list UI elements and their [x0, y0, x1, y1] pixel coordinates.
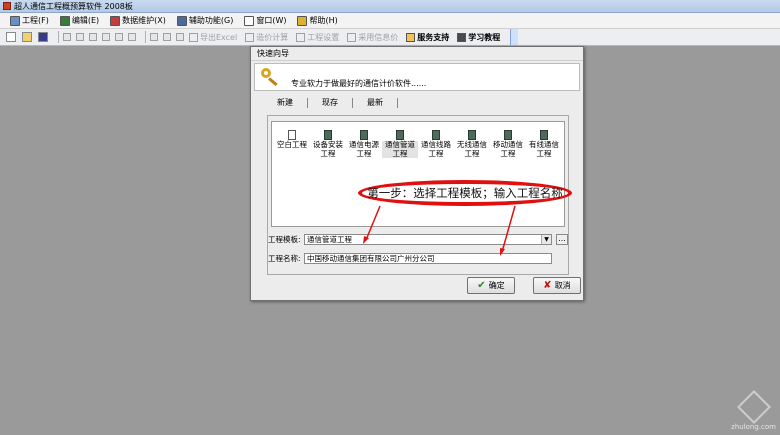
name-field-label: 工程名称: [268, 254, 301, 263]
tab-latest[interactable]: 最新 [353, 98, 398, 108]
window-titlebar: 超人通信工程概预算软件 2008板 [0, 0, 780, 13]
power-icon [360, 130, 368, 140]
ok-button[interactable]: ✔ 确定 [467, 277, 515, 294]
watermark-text: zhulong.com [731, 423, 776, 431]
window-title: 超人通信工程概预算软件 2008板 [14, 1, 133, 11]
chart-icon [10, 15, 20, 26]
toolbar: 导出Excel 造价计算 工程设置 采用信息价 服务支持 学习教程 [0, 29, 780, 46]
menu-edit[interactable]: 编辑(E) [58, 14, 101, 28]
menu-tools[interactable]: 辅助功能(G) [175, 14, 235, 28]
project-name-input[interactable]: 中国移动通信集团有限公司广州分公司 [304, 253, 552, 264]
window-icon [244, 15, 255, 26]
arrow-down-icon[interactable] [128, 33, 136, 41]
template-wired[interactable]: 有线通信工程 [526, 130, 562, 158]
rate-calc-button[interactable]: 造价计算 [245, 32, 288, 43]
close-icon: ✘ [543, 280, 552, 291]
mobile-icon [504, 130, 512, 140]
dialog-title: 快速向导 [251, 47, 583, 61]
tools-icon [176, 15, 187, 26]
key-icon [259, 66, 281, 88]
dialog-banner: 专业软力于做最好的通信计价软件...... [254, 63, 580, 91]
export-excel-button[interactable]: 导出Excel [189, 32, 237, 43]
annotation-ellipse: 第一步：选择工程模板；输入工程名称 [358, 180, 572, 206]
insert-row-icon[interactable] [150, 33, 158, 41]
template-list[interactable]: 空白工程 设备安装工程 通信电源工程 通信管道工程 通信线路工程 无线通信工程 [271, 121, 565, 227]
cancel-button[interactable]: ✘ 取消 [533, 277, 581, 294]
menu-project[interactable]: 工程(F) [8, 14, 51, 28]
material-info-button[interactable]: 采用信息价 [347, 32, 398, 43]
equipment-icon [324, 130, 332, 140]
menu-window[interactable]: 窗口(W) [242, 14, 288, 28]
toolbar-separator [58, 31, 59, 43]
wizard-tabs: 新建 现存 最新 [269, 97, 398, 109]
template-select[interactable]: 通信管道工程 ▼ [304, 234, 552, 245]
wired-icon [540, 130, 548, 140]
sort-icon[interactable] [176, 33, 184, 41]
copy-icon[interactable] [89, 33, 97, 41]
app-icon [3, 2, 11, 10]
new-file-icon[interactable] [6, 32, 16, 42]
save-icon[interactable] [38, 32, 48, 42]
tab-new[interactable]: 新建 [269, 98, 308, 108]
template-field-row: 工程模板: 通信管道工程 ▼ ... [268, 234, 568, 245]
excel-icon [189, 32, 198, 42]
service-support-button[interactable]: 服务支持 [406, 32, 449, 43]
settings-icon [296, 32, 306, 42]
line-icon [432, 130, 440, 140]
cut-icon[interactable] [76, 33, 84, 41]
pipeline-icon [396, 130, 404, 140]
template-power[interactable]: 通信电源工程 [346, 130, 382, 158]
toolbar-overflow-chevron[interactable] [510, 29, 519, 45]
wireless-icon [468, 130, 476, 140]
template-blank[interactable]: 空白工程 [274, 130, 310, 150]
template-field-label: 工程模板: [268, 235, 301, 244]
support-icon [406, 32, 416, 42]
template-line[interactable]: 通信线路工程 [418, 130, 454, 158]
name-field-row: 工程名称: 中国移动通信集团有限公司广州分公司 [268, 253, 552, 264]
project-settings-button[interactable]: 工程设置 [296, 32, 339, 43]
checkmark-icon: ✔ [477, 280, 486, 291]
template-equipment[interactable]: 设备安装工程 [310, 130, 346, 158]
menu-bar: 工程(F) 编辑(E) 数据维护(X) 辅助功能(G) 窗口(W) 帮助(H) [0, 13, 780, 29]
menu-help[interactable]: 帮助(H) [295, 14, 339, 28]
calculator-icon [245, 32, 255, 42]
paste-icon[interactable] [102, 33, 110, 41]
template-wireless[interactable]: 无线通信工程 [454, 130, 490, 158]
book-icon [457, 32, 467, 42]
watermark-logo: zhulong.com [731, 390, 776, 431]
template-pipeline[interactable]: 通信管道工程 [382, 130, 418, 158]
chevron-down-icon[interactable]: ▼ [541, 235, 551, 244]
browse-button[interactable]: ... [556, 234, 568, 245]
banner-text: 专业软力于做最好的通信计价软件...... [291, 78, 427, 88]
info-icon [347, 32, 357, 42]
menu-data-maintenance[interactable]: 数据维护(X) [108, 14, 168, 28]
help-icon [297, 15, 308, 26]
blank-doc-icon [288, 130, 296, 140]
annotation-text: 第一步：选择工程模板；输入工程名称 [367, 186, 563, 200]
arrow-up-icon[interactable] [115, 33, 123, 41]
database-icon [110, 15, 121, 26]
edit-icon [59, 15, 70, 26]
open-folder-icon[interactable] [22, 32, 32, 42]
toolbar-separator [145, 31, 146, 43]
delete-icon[interactable] [163, 33, 171, 41]
undo-icon[interactable] [63, 33, 71, 41]
template-mobile[interactable]: 移动通信工程 [490, 130, 526, 158]
tab-existing[interactable]: 现存 [308, 98, 353, 108]
tutorial-button[interactable]: 学习教程 [457, 32, 500, 43]
